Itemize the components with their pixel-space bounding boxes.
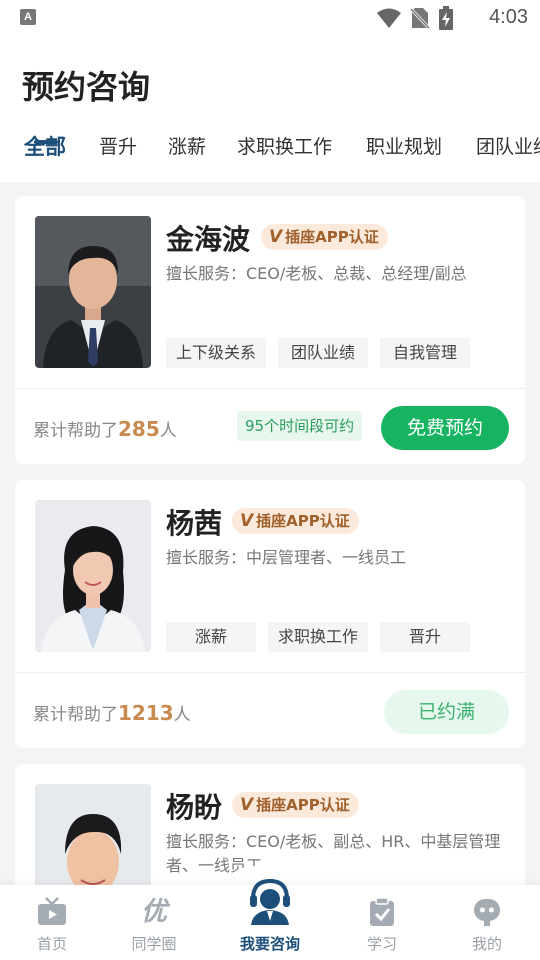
no-sim-icon [410,7,430,29]
tab-raise[interactable]: 涨薪 [168,132,206,159]
consultant-photo [35,216,151,368]
page-title: 预约咨询 [22,68,151,106]
consultant-photo [35,500,151,652]
nav-classmates[interactable]: 优 同学圈 [109,885,199,960]
tab-job-change[interactable]: 求职换工作 [237,132,332,159]
active-tab-indicator [34,140,58,144]
tab-team-performance[interactable]: 团队业绩 [476,132,540,159]
service-description: 擅长服务：CEO/老板、副总、HR、中基层管理者、一线员工 [166,832,501,875]
skill-tag: 自我管理 [380,338,471,368]
available-slots-badge: 95个时间段可约 [237,411,363,441]
consultant-name: 杨茜 [166,507,223,540]
skill-tag: 上下级关系 [166,338,267,368]
skill-tags: 上下级关系 团队业绩 自我管理 [166,338,471,368]
skill-tag: 团队业绩 [278,338,369,368]
nav-profile[interactable]: 我的 [442,885,532,960]
verified-v-icon: V [269,227,283,247]
skill-tag: 晋升 [380,622,471,652]
nav-consult[interactable]: 我要咨询 [225,878,315,960]
help-count: 累计帮助了1213人 [33,701,191,725]
tab-promotion[interactable]: 晋升 [99,132,137,159]
skill-tag: 涨薪 [166,622,256,652]
divider [15,672,525,673]
tab-career-planning[interactable]: 职业规划 [366,132,442,159]
header: 预约咨询 全部 晋升 涨薪 求职换工作 职业规划 团队业绩 [0,36,540,182]
certified-badge: V 插座APP认证 [232,508,359,534]
you-char-icon: 优 [140,897,167,927]
certified-badge: V 插座APP认证 [232,792,359,818]
bottom-navigation: 首页 优 同学圈 我要咨询 学习 我的 [0,878,540,960]
clipboard-check-icon [370,897,394,926]
help-count: 累计帮助了285人 [33,417,177,441]
service-description: 擅长服务：CEO/老板、总裁、总经理/副总 [166,264,467,283]
nav-label: 我要咨询 [239,935,300,953]
status-bar: A 4:03 [0,0,540,36]
consultant-headset-icon [250,878,290,925]
consultant-name: 杨盼 [166,791,223,824]
notification-icon: A [20,9,36,25]
divider [15,388,525,389]
skill-tags: 涨薪 求职换工作 晋升 [166,622,471,652]
consultant-name: 金海波 [166,223,251,256]
verified-v-icon: V [240,511,254,531]
nav-label: 首页 [36,935,67,953]
consultant-card[interactable]: 金海波 V 插座APP认证 擅长服务：CEO/老板、总裁、总经理/副总 上下级关系… [15,196,525,464]
free-booking-button[interactable]: 免费预约 [381,406,509,450]
nav-study[interactable]: 学习 [337,885,427,960]
verified-v-icon: V [240,795,254,815]
service-description: 擅长服务：中层管理者、一线员工 [166,548,407,567]
battery-charging-icon [439,6,453,30]
consultant-card[interactable]: 杨茜 V 插座APP认证 擅长服务：中层管理者、一线员工 涨薪 求职换工作 晋升 … [15,480,525,748]
clock: 4:03 [489,6,528,28]
tab-all[interactable]: 全部 [24,131,66,161]
robot-face-icon [474,899,500,926]
wifi-icon [377,8,401,28]
skill-tag: 求职换工作 [268,622,369,652]
nav-label: 同学圈 [131,935,177,953]
nav-label: 学习 [366,935,397,953]
nav-label: 我的 [471,935,502,953]
fully-booked-button[interactable]: 已约满 [384,690,509,734]
nav-home[interactable]: 首页 [7,885,97,960]
certified-badge: V 插座APP认证 [261,224,388,250]
tv-icon [38,897,66,925]
